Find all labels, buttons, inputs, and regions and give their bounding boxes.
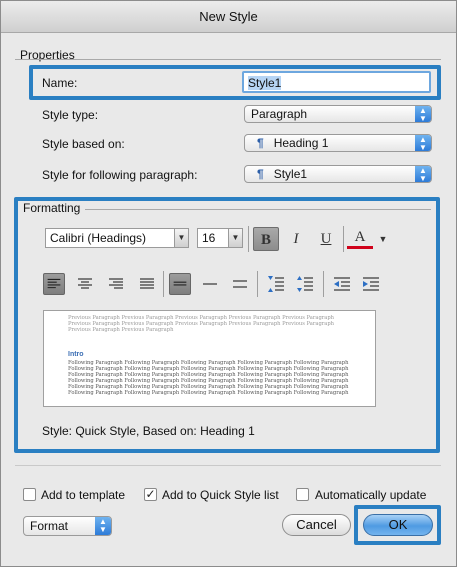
toolbar-separator <box>163 271 164 297</box>
toolbar-separator <box>257 271 258 297</box>
properties-divider <box>15 59 441 60</box>
add-to-template-checkbox[interactable] <box>23 488 36 501</box>
paragraph-mark-icon: ¶ <box>257 136 264 150</box>
style-type-label: Style type: <box>42 108 99 122</box>
preview-heading: Intro <box>68 351 84 358</box>
align-right-icon[interactable] <box>105 273 127 295</box>
popup-arrows-icon: ▲ ▼ <box>95 517 111 535</box>
based-on-label: Style based on: <box>42 137 125 151</box>
italic-button[interactable]: I <box>283 227 309 251</box>
decrease-paragraph-spacing-icon[interactable] <box>265 273 287 295</box>
style-type-value: Paragraph <box>251 107 308 121</box>
single-spacing-icon[interactable] <box>169 273 191 295</box>
following-paragraph-label: Style for following paragraph: <box>42 168 198 182</box>
format-menu-label: Format <box>30 519 69 533</box>
auto-update-checkbox[interactable] <box>296 488 309 501</box>
decrease-indent-icon[interactable] <box>331 273 353 295</box>
preview-following-paragraph: Following Paragraph Following Paragraph … <box>68 360 349 397</box>
font-size-combo[interactable]: 16 ▼ <box>197 228 243 248</box>
based-on-value: Heading 1 <box>273 136 329 150</box>
toolbar-separator <box>248 226 249 252</box>
based-on-popup[interactable]: ¶ Heading 1 ▲ ▼ <box>244 134 432 152</box>
format-menu-button[interactable]: Format ▲ ▼ <box>23 516 112 536</box>
chevron-down-icon[interactable]: ▼ <box>228 229 242 247</box>
chevron-down-icon[interactable]: ▼ <box>174 229 188 247</box>
style-description: Style: Quick Style, Based on: Heading 1 <box>42 424 255 438</box>
popup-arrows-icon: ▲ ▼ <box>415 106 431 123</box>
popup-arrows-icon: ▲ ▼ <box>415 135 431 152</box>
font-color-dropdown-icon[interactable]: ▼ <box>375 227 391 251</box>
one-half-spacing-icon[interactable] <box>199 273 221 295</box>
formatting-group-label: Formatting <box>23 201 81 215</box>
dialog-title: New Style <box>1 1 456 33</box>
increase-indent-icon[interactable] <box>360 273 382 295</box>
align-center-icon[interactable] <box>74 273 96 295</box>
preview-previous-paragraph: Previous Paragraph Previous Paragraph Pr… <box>68 315 335 333</box>
name-field-value: Style1 <box>248 76 282 90</box>
double-spacing-icon[interactable] <box>229 273 251 295</box>
popup-arrows-icon: ▲ ▼ <box>415 166 431 183</box>
font-color-button[interactable]: A <box>347 227 373 249</box>
align-left-icon[interactable] <box>43 273 65 295</box>
underline-button[interactable]: U <box>313 227 339 251</box>
name-label: Name: <box>42 76 78 90</box>
font-name-value: Calibri (Headings) <box>50 231 147 245</box>
cancel-button[interactable]: Cancel <box>282 514 351 536</box>
paragraph-mark-icon: ¶ <box>257 167 264 181</box>
following-paragraph-value: Style1 <box>273 167 308 181</box>
font-size-value: 16 <box>202 231 216 245</box>
toolbar-separator <box>323 271 324 297</box>
add-to-quick-style-checkbox[interactable]: ✓ <box>144 488 157 501</box>
style-type-popup[interactable]: Paragraph ▲ ▼ <box>244 105 432 123</box>
bold-button[interactable]: B <box>253 227 279 251</box>
ok-button[interactable]: OK <box>363 514 433 536</box>
footer-divider <box>15 465 441 466</box>
add-to-quick-style-label[interactable]: Add to Quick Style list <box>162 488 279 502</box>
style-preview: Previous Paragraph Previous Paragraph Pr… <box>43 310 376 407</box>
increase-paragraph-spacing-icon[interactable] <box>294 273 316 295</box>
name-field[interactable]: Style1 <box>242 71 431 93</box>
formatting-divider <box>85 209 431 210</box>
following-paragraph-popup[interactable]: ¶ Style1 ▲ ▼ <box>244 165 432 183</box>
add-to-template-label[interactable]: Add to template <box>41 488 125 502</box>
align-justify-icon[interactable] <box>136 273 158 295</box>
auto-update-label[interactable]: Automatically update <box>315 488 426 502</box>
new-style-dialog: New Style Properties Name: Style1 Style … <box>0 0 457 567</box>
toolbar-separator <box>343 226 344 252</box>
font-name-combo[interactable]: Calibri (Headings) ▼ <box>45 228 189 248</box>
